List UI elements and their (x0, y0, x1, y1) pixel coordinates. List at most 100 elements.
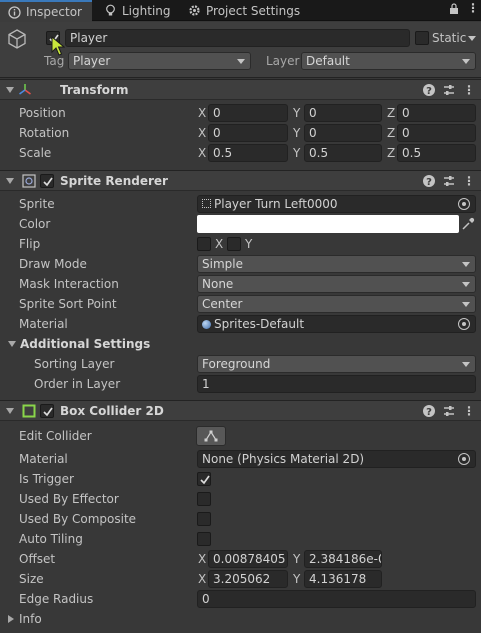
eyedropper-icon[interactable] (461, 217, 475, 234)
axis-y-label: Y (293, 126, 301, 140)
axis-y-label: Y (293, 106, 301, 120)
foldout-arrow-icon[interactable] (6, 408, 14, 414)
material-label: Material (19, 317, 68, 331)
order-in-layer-label: Order in Layer (34, 377, 121, 391)
context-menu-icon[interactable]: ⋮ (462, 83, 476, 97)
foldout-arrow-icon[interactable] (6, 87, 14, 93)
tab-lighting-label: Lighting (122, 3, 171, 18)
material-asset-icon (202, 320, 211, 329)
axis-x-label: X (198, 146, 207, 160)
used-by-composite-checkbox[interactable] (197, 512, 211, 526)
presets-icon[interactable] (442, 174, 456, 188)
tag-label: Tag (44, 54, 65, 68)
used-by-effector-checkbox[interactable] (197, 492, 211, 506)
gameobject-cube-icon (6, 28, 28, 50)
sprite-renderer-icon (22, 174, 36, 188)
size-x-field[interactable]: 3.205062 (208, 570, 288, 588)
edit-collider-button[interactable] (196, 426, 226, 446)
tab-inspector[interactable]: Inspector (0, 0, 92, 22)
collider-material-value: None (Physics Material 2D) (202, 452, 365, 466)
object-picker-icon[interactable] (458, 318, 470, 330)
size-y-field[interactable]: 4.136178 (304, 570, 382, 588)
sprite-renderer-title: Sprite Renderer (60, 174, 168, 188)
flip-x-label: X (215, 237, 224, 251)
position-x-field[interactable]: 0 (208, 104, 288, 122)
object-name-field[interactable]: Player (65, 29, 410, 47)
additional-settings-label[interactable]: Additional Settings (20, 335, 150, 353)
offset-x-field[interactable]: 0.00878405 (208, 550, 288, 568)
scale-z-field[interactable]: 0.5 (397, 144, 476, 162)
rotation-y-field[interactable]: 0 (304, 124, 382, 142)
context-menu-icon[interactable]: ⋮ (462, 174, 476, 188)
sprite-sort-point-dropdown[interactable]: Center (197, 295, 476, 313)
axis-y-label: Y (293, 552, 301, 566)
tag-value: Player (73, 54, 111, 68)
position-z-field[interactable]: 0 (397, 104, 476, 122)
flip-x-checkbox[interactable] (197, 237, 211, 251)
lock-icon[interactable] (449, 3, 459, 18)
flip-label: Flip (19, 237, 41, 251)
presets-icon[interactable] (442, 83, 456, 97)
order-in-layer-field[interactable]: 1 (197, 375, 476, 393)
mask-interaction-dropdown[interactable]: None (197, 275, 476, 293)
scale-x-field[interactable]: 0.5 (208, 144, 288, 162)
help-icon[interactable]: ? (422, 404, 436, 418)
material-field[interactable]: Sprites-Default (197, 315, 476, 333)
offset-y-field[interactable]: 2.384186e-0 (304, 550, 382, 568)
svg-text:?: ? (426, 86, 432, 97)
axis-y-label: Y (293, 572, 301, 586)
offset-label: Offset (19, 552, 56, 566)
static-label: Static (432, 31, 467, 45)
scale-label: Scale (19, 146, 52, 160)
transform-header[interactable]: Transform ? ⋮ (0, 79, 481, 100)
edit-collider-label: Edit Collider (19, 429, 92, 443)
sorting-layer-label: Sorting Layer (34, 357, 115, 371)
sprite-renderer-header[interactable]: Sprite Renderer ? ⋮ (0, 170, 481, 191)
static-dropdown-arrow-icon[interactable] (468, 36, 476, 41)
help-icon[interactable]: ? (422, 83, 436, 97)
position-label: Position (19, 106, 66, 120)
edit-collider-icon (204, 430, 218, 445)
help-icon[interactable]: ? (422, 174, 436, 188)
rotation-z-field[interactable]: 0 (397, 124, 476, 142)
transform-title: Transform (60, 83, 129, 97)
box-collider-header[interactable]: Box Collider 2D ? ⋮ (0, 400, 481, 421)
sprite-sort-point-value: Center (202, 297, 243, 311)
axis-x-label: X (198, 126, 207, 140)
color-swatch[interactable] (197, 215, 459, 233)
sorting-layer-dropdown[interactable]: Foreground (197, 355, 476, 373)
auto-tiling-checkbox[interactable] (197, 532, 211, 546)
collider-material-field[interactable]: None (Physics Material 2D) (197, 450, 476, 468)
edge-radius-label: Edge Radius (19, 592, 94, 606)
flip-y-checkbox[interactable] (227, 237, 241, 251)
edge-radius-field[interactable]: 0 (197, 590, 476, 608)
object-picker-icon[interactable] (458, 198, 470, 210)
axis-y-label: Y (293, 146, 301, 160)
size-label: Size (19, 572, 44, 586)
info-foldout-icon[interactable] (8, 615, 14, 623)
axis-x-label: X (198, 572, 207, 586)
layer-dropdown[interactable]: Default (301, 52, 476, 70)
rotation-x-field[interactable]: 0 (208, 124, 288, 142)
scale-y-field[interactable]: 0.5 (304, 144, 382, 162)
sprite-field[interactable]: Player Turn Left0000 (197, 195, 476, 213)
object-picker-icon[interactable] (458, 453, 470, 465)
sprite-renderer-enabled-checkbox[interactable] (40, 174, 54, 188)
sprite-label: Sprite (19, 197, 55, 211)
presets-icon[interactable] (442, 404, 456, 418)
info-label[interactable]: Info (19, 610, 42, 628)
draw-mode-dropdown[interactable]: Simple (197, 255, 476, 273)
context-menu-icon[interactable]: ⋮ (462, 404, 476, 418)
lightbulb-icon (104, 4, 117, 17)
box-collider-enabled-checkbox[interactable] (40, 404, 54, 418)
menu-icon[interactable]: ⋮ (467, 1, 479, 15)
is-trigger-checkbox[interactable] (197, 472, 211, 486)
sprite-value: Player Turn Left0000 (214, 197, 338, 211)
position-y-field[interactable]: 0 (304, 104, 382, 122)
static-checkbox[interactable] (415, 31, 429, 45)
foldout-arrow-icon[interactable] (6, 178, 14, 184)
additional-settings-foldout-icon[interactable] (8, 341, 16, 347)
tab-lighting[interactable]: Lighting (96, 0, 179, 21)
tab-project-settings[interactable]: Project Settings (180, 0, 308, 21)
tag-dropdown[interactable]: Player (68, 52, 251, 70)
